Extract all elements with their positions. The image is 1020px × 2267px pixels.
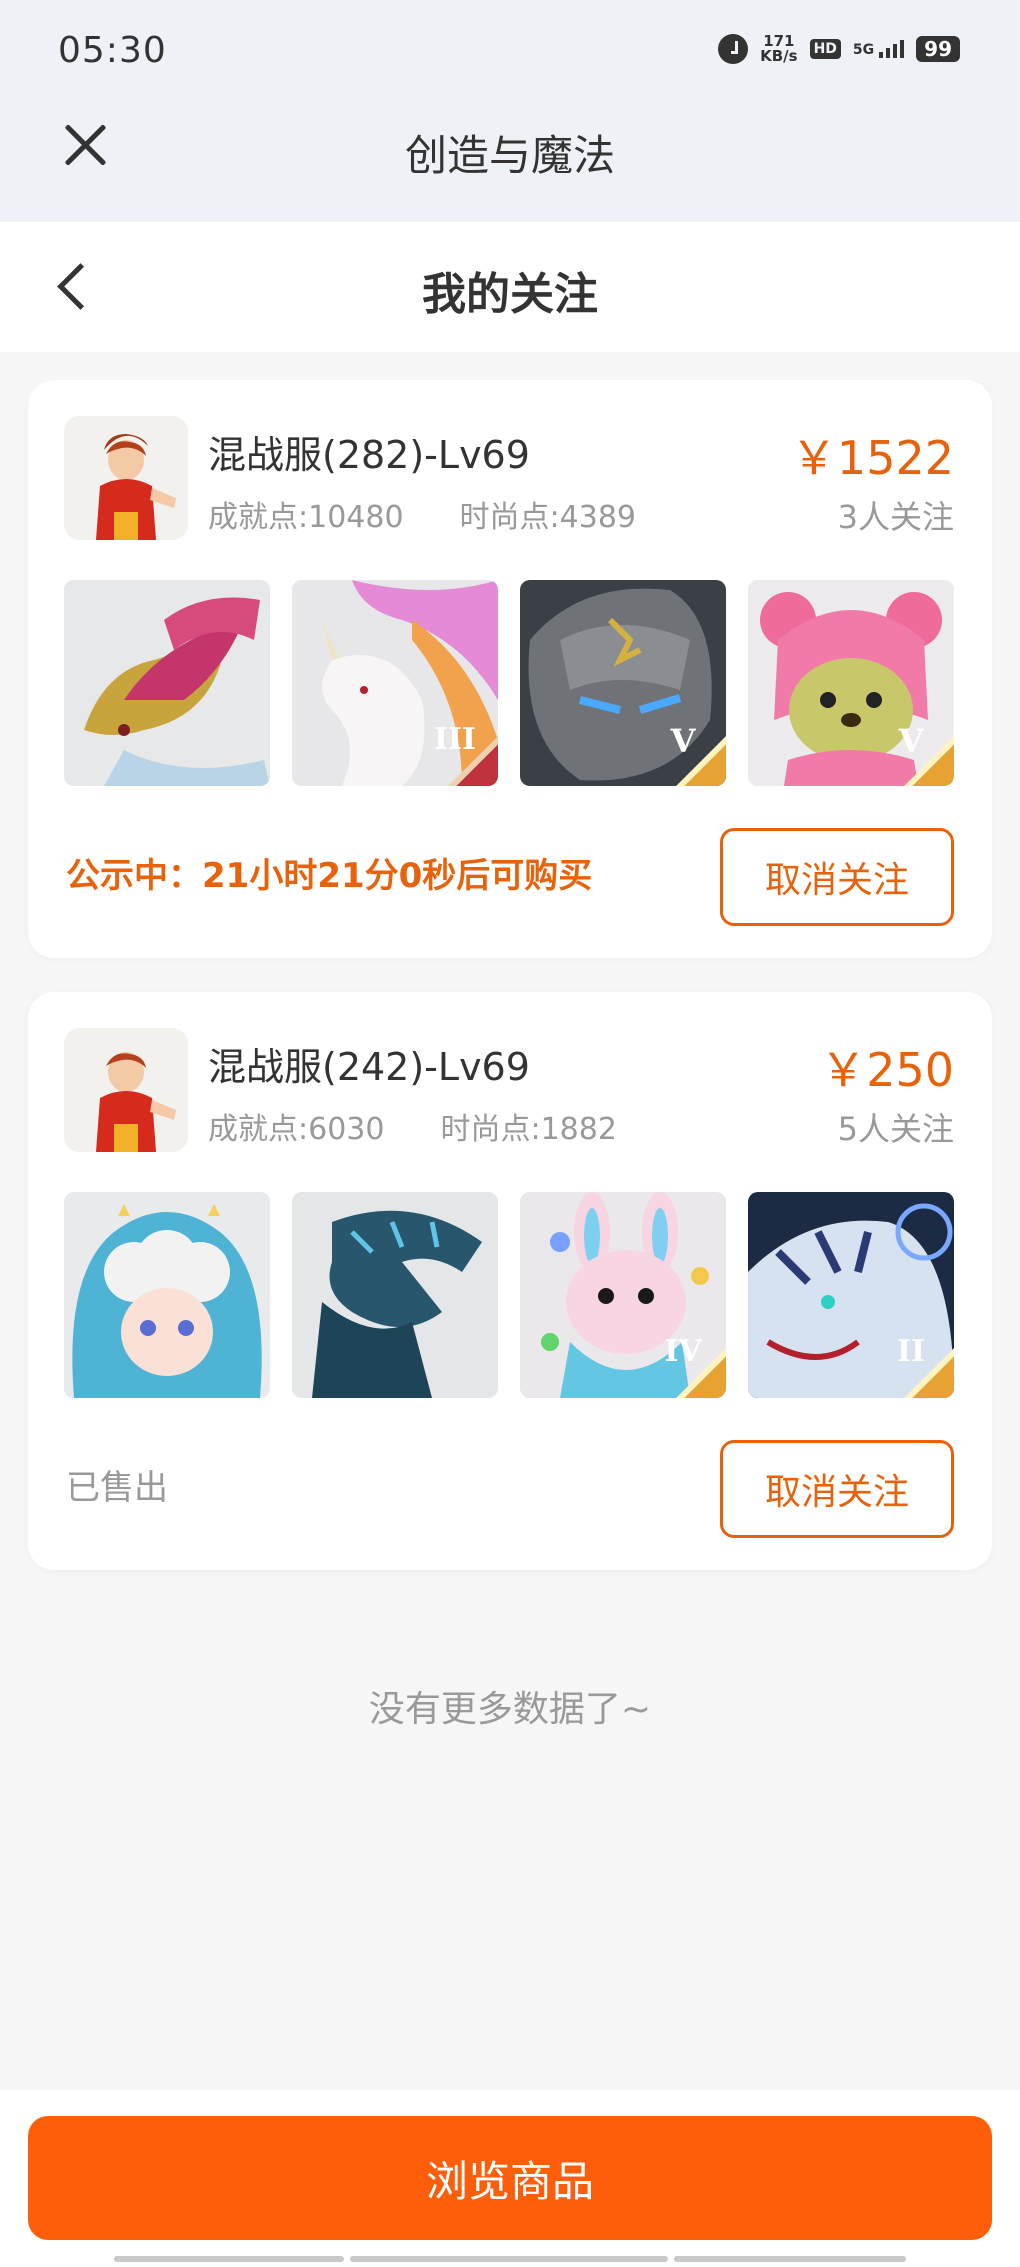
dragon-mount-thumb[interactable]	[64, 580, 270, 786]
rank-badge: V	[876, 708, 954, 786]
sheep-girl-thumb[interactable]	[64, 1192, 270, 1398]
unfollow-button[interactable]: 取消关注	[720, 828, 954, 926]
unicorn-mount-thumb[interactable]: III	[292, 580, 498, 786]
page-nav: 我的关注	[0, 222, 1020, 352]
achievement-points: 成就点:10480	[208, 500, 404, 535]
rank-badge: V	[648, 708, 726, 786]
follower-count: 3人关注	[837, 498, 954, 536]
page-title: 我的关注	[422, 269, 598, 320]
home-indicator	[674, 2256, 906, 2262]
watch-card[interactable]: 混战服(242)-Lv69 成就点:6030 时尚点:1882 ￥250 5人关…	[28, 992, 992, 1570]
character-avatar	[64, 416, 188, 540]
top-area: 05:30 171 KB/s HD 5G 99 创造与魔法	[0, 0, 1020, 222]
character-stats: 成就点:6030 时尚点:1882	[208, 1104, 617, 1148]
bunny-thumb[interactable]: IV	[520, 1192, 726, 1398]
pink-bear-thumb[interactable]: V	[748, 580, 954, 786]
alarm-icon	[718, 34, 749, 64]
white-tiger-thumb[interactable]: II	[748, 1192, 954, 1398]
ice-dragon-thumb[interactable]	[292, 1192, 498, 1398]
server-name: 混战服(242)-Lv69	[208, 1045, 530, 1089]
no-more-data: 没有更多数据了~	[368, 1689, 652, 1730]
home-indicator	[114, 2256, 344, 2262]
character-avatar	[64, 1028, 188, 1152]
fashion-points: 时尚点:4389	[459, 500, 637, 535]
watch-card[interactable]: 混战服(282)-Lv69 成就点:10480 时尚点:4389 ￥1522 3…	[28, 380, 992, 958]
rank-badge: III	[420, 708, 498, 786]
browse-items-button[interactable]: 浏览商品	[28, 2116, 992, 2240]
signal-icon: 5G	[853, 40, 905, 58]
rank-badge: IV	[648, 1320, 726, 1398]
rank-badge: II	[876, 1320, 954, 1398]
status-time: 05:30	[58, 30, 167, 71]
achievement-points: 成就点:6030	[208, 1112, 385, 1147]
home-indicator	[350, 2256, 668, 2262]
hd-icon: HD	[809, 39, 841, 59]
price: ￥250	[820, 1043, 954, 1097]
app-title: 创造与魔法	[404, 131, 615, 180]
price: ￥1522	[790, 431, 954, 485]
network-speed: 171 KB/s	[760, 32, 798, 65]
fashion-points: 时尚点:1882	[440, 1112, 617, 1147]
item-thumbnails: IV II	[64, 1192, 954, 1398]
sold-status: 已售出	[66, 1468, 168, 1508]
bottom-bar: 浏览商品	[0, 2090, 1020, 2267]
item-thumbnails: III V V	[64, 580, 954, 786]
character-stats: 成就点:10480 时尚点:4389	[208, 492, 636, 536]
battery-icon: 99	[916, 36, 960, 62]
unfollow-button[interactable]: 取消关注	[720, 1440, 954, 1538]
server-name: 混战服(282)-Lv69	[208, 433, 530, 477]
status-icons: 171 KB/s HD 5G 99	[718, 34, 960, 64]
stone-golem-thumb[interactable]: V	[520, 580, 726, 786]
follower-count: 5人关注	[837, 1110, 954, 1148]
publicity-status: 公示中：21小时21分0秒后可购买	[66, 856, 593, 896]
